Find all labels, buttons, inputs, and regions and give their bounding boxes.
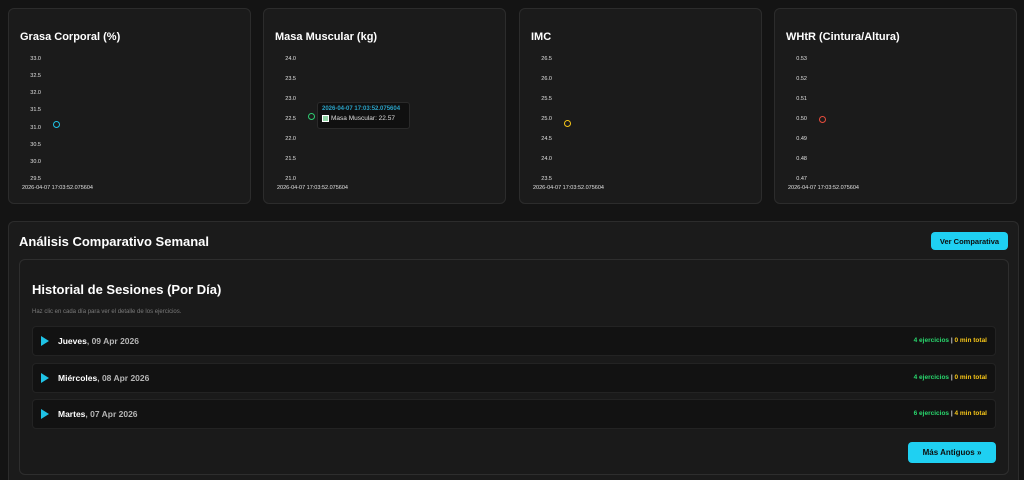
day-row-martes[interactable]: Martes, 07 Apr 2026 6 ejercicios | 4 min…	[32, 399, 996, 429]
card-title: WHtR (Cintura/Altura)	[786, 31, 900, 43]
y-tick-label: 21.5	[285, 156, 296, 162]
day-stats: 4 ejercicios | 0 min total	[914, 374, 987, 381]
data-point[interactable]	[819, 115, 826, 123]
card-masa-muscular: Masa Muscular (kg) 2026-04-07 17:03:52.0…	[263, 8, 506, 204]
card-whtr: WHtR (Cintura/Altura) 2026-04-07 17:03:5…	[774, 8, 1017, 204]
minutes-total: 0 min total	[954, 374, 987, 381]
y-tick-label: 25.0	[541, 116, 552, 122]
data-point[interactable]	[308, 112, 315, 120]
y-tick-label: 22.5	[285, 116, 296, 122]
card-title: IMC	[531, 31, 552, 43]
minutes-total: 0 min total	[954, 337, 987, 344]
y-tick-label: 29.5	[30, 176, 41, 182]
card-grasa-corporal: Grasa Corporal (%) 2026-04-07 17:03:52.0…	[8, 8, 251, 204]
y-tick-label: 31.0	[30, 124, 41, 131]
y-tick-label: 31.5	[30, 107, 41, 114]
y-tick-label: 25.5	[541, 96, 552, 102]
y-tick-label: 32.5	[30, 73, 41, 80]
y-tick-label: 0.48	[796, 156, 807, 162]
section-title: Análisis Comparativo Semanal	[19, 234, 210, 249]
day-name: Jueves	[58, 336, 87, 346]
expand-arrow-icon	[41, 409, 49, 419]
day-stats: 4 ejercicios | 0 min total	[914, 337, 987, 344]
exercise-count: 4 ejercicios	[913, 374, 950, 381]
y-tick-label: 30.5	[30, 141, 41, 148]
x-axis-label: 2026-04-07 17:03:52.075604	[277, 185, 348, 191]
day-date: , 08 Apr 2026	[97, 373, 150, 383]
day-row-jueves[interactable]: Jueves, 09 Apr 2026 4 ejercicios | 0 min…	[32, 326, 996, 356]
y-tick-label: 30.0	[30, 158, 41, 165]
y-tick-label: 23.5	[541, 176, 552, 182]
view-comparison-button[interactable]: Ver Comparativa	[931, 232, 1008, 250]
y-tick-label: 33.0	[30, 56, 41, 62]
exercise-count: 6 ejercicios	[913, 410, 950, 417]
day-label: Jueves, 09 Apr 2026	[58, 336, 139, 346]
session-history-panel: Historial de Sesiones (Por Día) Haz clic…	[19, 259, 1009, 475]
y-tick-label: 24.0	[285, 56, 296, 62]
expand-arrow-icon	[41, 336, 49, 346]
tooltip-row: Masa Muscular: 22.57	[322, 115, 409, 122]
x-axis-label: 2026-04-07 17:03:52.075604	[788, 185, 859, 191]
y-tick-label: 21.0	[285, 176, 296, 182]
y-tick-label: 0.51	[796, 96, 807, 102]
x-axis-label: 2026-04-07 17:03:52.075604	[533, 185, 604, 191]
expand-arrow-icon	[41, 373, 49, 383]
y-tick-label: 26.5	[541, 56, 552, 62]
tooltip-label: Masa Muscular: 22.57	[331, 115, 395, 122]
data-point[interactable]	[564, 119, 571, 127]
x-axis-label: 2026-04-07 17:03:52.075604	[22, 185, 93, 191]
day-name: Martes	[58, 409, 86, 419]
minutes-total: 4 min total	[954, 410, 987, 417]
y-tick-label: 0.52	[796, 76, 807, 82]
day-date: , 09 Apr 2026	[86, 336, 139, 346]
y-tick-label: 24.0	[541, 156, 552, 162]
day-label: Miércoles, 08 Apr 2026	[58, 373, 149, 383]
y-tick-label: 23.5	[285, 76, 296, 82]
card-imc: IMC 2026-04-07 17:03:52.075604 26.5 26.0 2…	[519, 8, 762, 204]
y-tick-label: 23.0	[285, 96, 296, 102]
history-title: Historial de Sesiones (Por Día)	[32, 282, 222, 297]
y-tick-label: 0.53	[796, 56, 807, 62]
y-tick-label: 0.50	[796, 116, 807, 122]
day-label: Martes, 07 Apr 2026	[58, 409, 138, 419]
card-title: Masa Muscular (kg)	[275, 31, 378, 43]
tooltip-title: 2026-04-07 17:03:52.075604	[322, 106, 401, 112]
weekly-analysis-section: Análisis Comparativo Semanal Ver Compara…	[8, 221, 1019, 480]
day-name: Miércoles	[58, 373, 98, 383]
y-tick-label: 26.0	[541, 76, 552, 82]
older-sessions-button[interactable]: Más Antiguos »	[908, 442, 996, 463]
chart-tooltip: 2026-04-07 17:03:52.075604 Masa Muscular…	[317, 102, 410, 129]
y-tick-label: 24.5	[541, 136, 552, 142]
y-tick-label: 0.47	[796, 176, 807, 182]
y-tick-label: 32.0	[30, 90, 41, 97]
day-date: , 07 Apr 2026	[85, 409, 138, 419]
y-tick-label: 22.0	[285, 136, 296, 142]
legend-swatch	[322, 115, 329, 122]
exercise-count: 4 ejercicios	[913, 337, 950, 344]
card-title: Grasa Corporal (%)	[20, 31, 121, 43]
day-stats: 6 ejercicios | 4 min total	[914, 410, 987, 417]
history-subtitle: Haz clic en cada día para ver el detalle…	[32, 309, 182, 315]
day-row-miercoles[interactable]: Miércoles, 08 Apr 2026 4 ejercicios | 0 …	[32, 363, 996, 393]
y-tick-label: 0.49	[796, 136, 807, 142]
data-point[interactable]	[53, 120, 60, 128]
